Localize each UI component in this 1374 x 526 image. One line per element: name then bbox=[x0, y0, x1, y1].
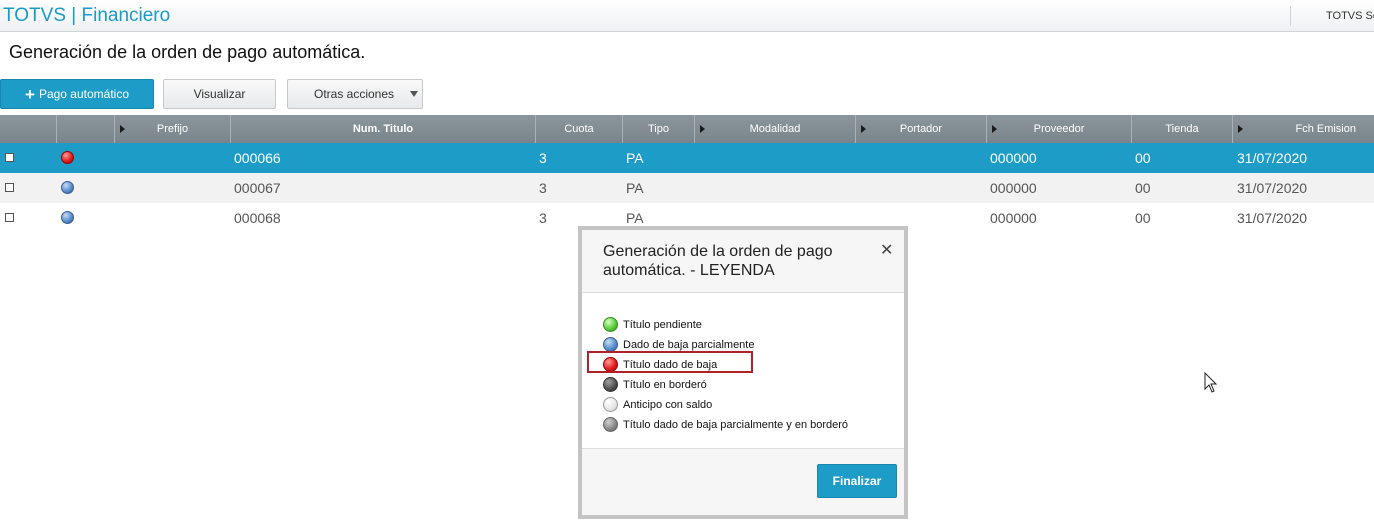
header-label: Modalidad bbox=[749, 123, 801, 135]
header-tienda[interactable]: Tienda bbox=[1132, 115, 1233, 143]
status-green-icon bbox=[603, 317, 618, 332]
pago-automatico-label: Pago automático bbox=[38, 87, 129, 101]
header-fch-emision[interactable]: Fch Emision bbox=[1233, 115, 1374, 143]
cell-fecha: 31/07/2020 bbox=[1237, 150, 1308, 166]
header-label: Prefijo bbox=[156, 123, 189, 135]
cell-num-titulo: 000067 bbox=[234, 180, 281, 196]
header-proveedor[interactable]: Proveedor bbox=[987, 115, 1132, 143]
cell-cuota: 3 bbox=[539, 210, 547, 226]
legend-dialog-title: Generación de la orden de pago automátic… bbox=[603, 243, 833, 279]
header-label: Portador bbox=[899, 123, 943, 135]
legend-label: Título dado de baja parcialmente y en bo… bbox=[623, 419, 849, 431]
visualizar-button[interactable]: Visualizar bbox=[163, 79, 276, 109]
mouse-cursor-icon bbox=[1204, 372, 1218, 393]
expand-arrow-icon bbox=[992, 125, 997, 133]
header-num-titulo[interactable]: Num. Titulo bbox=[231, 115, 536, 143]
cell-fecha: 31/07/2020 bbox=[1237, 210, 1308, 226]
otras-acciones-dropdown[interactable]: Otras acciones bbox=[287, 79, 423, 109]
header-prefijo[interactable]: Prefijo bbox=[115, 115, 231, 143]
otras-acciones-label: Otras acciones bbox=[314, 87, 395, 101]
legend-dialog-header: Generación de la orden de pago automátic… bbox=[582, 230, 904, 293]
legend-label: Título pendiente bbox=[623, 319, 702, 331]
header-modalidad[interactable]: Modalidad bbox=[695, 115, 856, 143]
header-status-col[interactable] bbox=[57, 115, 115, 143]
expand-arrow-icon bbox=[1238, 125, 1243, 133]
header-tipo[interactable]: Tipo bbox=[623, 115, 695, 143]
cell-tienda: 00 bbox=[1135, 180, 1151, 196]
legend-label: Dado de baja parcialmente bbox=[623, 339, 755, 351]
header-label: Tipo bbox=[648, 123, 669, 135]
cell-proveedor: 000000 bbox=[990, 210, 1037, 226]
visualizar-label: Visualizar bbox=[193, 87, 246, 101]
cell-num-titulo: 000066 bbox=[234, 150, 281, 166]
grid-header: Prefijo Num. Titulo Cuota Tipo Modalidad… bbox=[0, 115, 1374, 143]
table-row[interactable]: 000067 3 PA 000000 00 31/07/2020 bbox=[0, 173, 1374, 203]
cell-cuota: 3 bbox=[539, 150, 547, 166]
legend-dialog: Generación de la orden de pago automátic… bbox=[578, 226, 908, 519]
legend-label: Título en borderó bbox=[623, 379, 707, 391]
page-title: Generación de la orden de pago automátic… bbox=[9, 42, 366, 62]
cell-tipo: PA bbox=[626, 180, 644, 196]
header-label: Num. Titulo bbox=[352, 123, 414, 135]
header-label: Proveedor bbox=[1033, 123, 1085, 135]
top-bar-separator bbox=[1290, 6, 1291, 26]
cell-num-titulo: 000068 bbox=[234, 210, 281, 226]
plus-icon: + bbox=[25, 84, 35, 104]
header-label: Tienda bbox=[1165, 123, 1199, 135]
status-blue-icon bbox=[603, 337, 618, 352]
chevron-down-icon bbox=[410, 91, 418, 97]
highlight-box bbox=[587, 351, 753, 373]
app-title: TOTVS | Financiero bbox=[3, 5, 171, 26]
status-blue-icon bbox=[61, 181, 74, 194]
header-checkbox-col[interactable] bbox=[0, 115, 57, 143]
cell-tienda: 00 bbox=[1135, 150, 1151, 166]
cell-tienda: 00 bbox=[1135, 210, 1151, 226]
top-bar: TOTVS | Financiero TOTVS Se bbox=[0, 0, 1374, 32]
user-menu[interactable]: TOTVS Se bbox=[1326, 10, 1374, 22]
close-icon[interactable]: ✕ bbox=[880, 240, 893, 260]
pago-automatico-button[interactable]: + Pago automático bbox=[0, 79, 154, 109]
row-checkbox[interactable] bbox=[5, 213, 14, 222]
table-row[interactable]: 000066 3 PA 000000 00 31/07/2020 bbox=[0, 143, 1374, 173]
status-dark-icon bbox=[603, 377, 618, 392]
header-cuota[interactable]: Cuota bbox=[536, 115, 623, 143]
status-gray-icon bbox=[603, 417, 618, 432]
legend-label: Anticipo con saldo bbox=[623, 399, 713, 411]
status-blue-icon bbox=[61, 211, 74, 224]
expand-arrow-icon bbox=[700, 125, 705, 133]
cell-proveedor: 000000 bbox=[990, 180, 1037, 196]
status-red-icon bbox=[61, 151, 74, 164]
cell-fecha: 31/07/2020 bbox=[1237, 180, 1308, 196]
expand-arrow-icon bbox=[861, 125, 866, 133]
cell-tipo: PA bbox=[626, 150, 644, 166]
header-portador[interactable]: Portador bbox=[856, 115, 987, 143]
header-label: Cuota bbox=[564, 123, 594, 135]
legend-dialog-footer: Finalizar bbox=[582, 448, 904, 515]
cell-tipo: PA bbox=[626, 210, 644, 226]
cell-proveedor: 000000 bbox=[990, 150, 1037, 166]
expand-arrow-icon bbox=[120, 125, 125, 133]
row-checkbox[interactable] bbox=[5, 183, 14, 192]
finalizar-button[interactable]: Finalizar bbox=[817, 464, 897, 498]
row-checkbox[interactable] bbox=[5, 153, 14, 162]
cell-cuota: 3 bbox=[539, 180, 547, 196]
header-label: Fch Emision bbox=[1295, 123, 1356, 135]
status-white-icon bbox=[603, 397, 618, 412]
